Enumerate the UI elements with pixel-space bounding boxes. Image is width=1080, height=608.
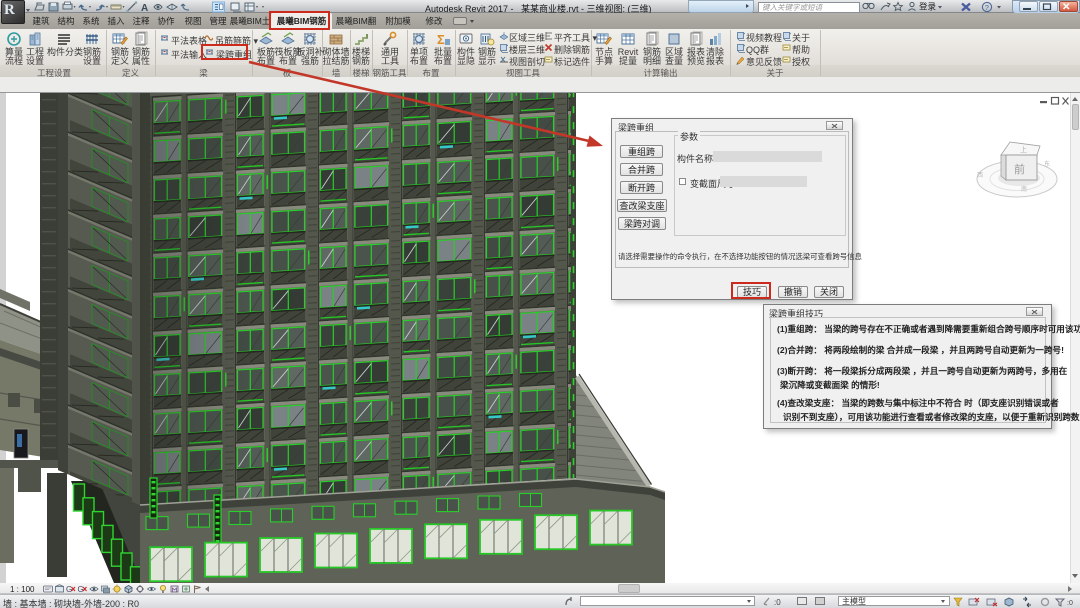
svg-text:?: ?: [985, 3, 989, 12]
svg-text:前: 前: [1014, 162, 1025, 176]
svg-text:南: 南: [1021, 185, 1027, 193]
svg-text:东: 东: [1044, 160, 1050, 168]
svg-text:西: 西: [977, 172, 983, 179]
svg-text:G: G: [78, 585, 84, 594]
svg-text::0: :0: [774, 598, 781, 607]
svg-text:上: 上: [1020, 145, 1027, 154]
svg-text:Σ: Σ: [437, 32, 445, 47]
svg-text:G: G: [66, 585, 72, 594]
svg-text:A: A: [141, 3, 148, 13]
svg-text::0: :0: [1067, 600, 1073, 607]
svg-text:登录: 登录: [919, 2, 937, 12]
